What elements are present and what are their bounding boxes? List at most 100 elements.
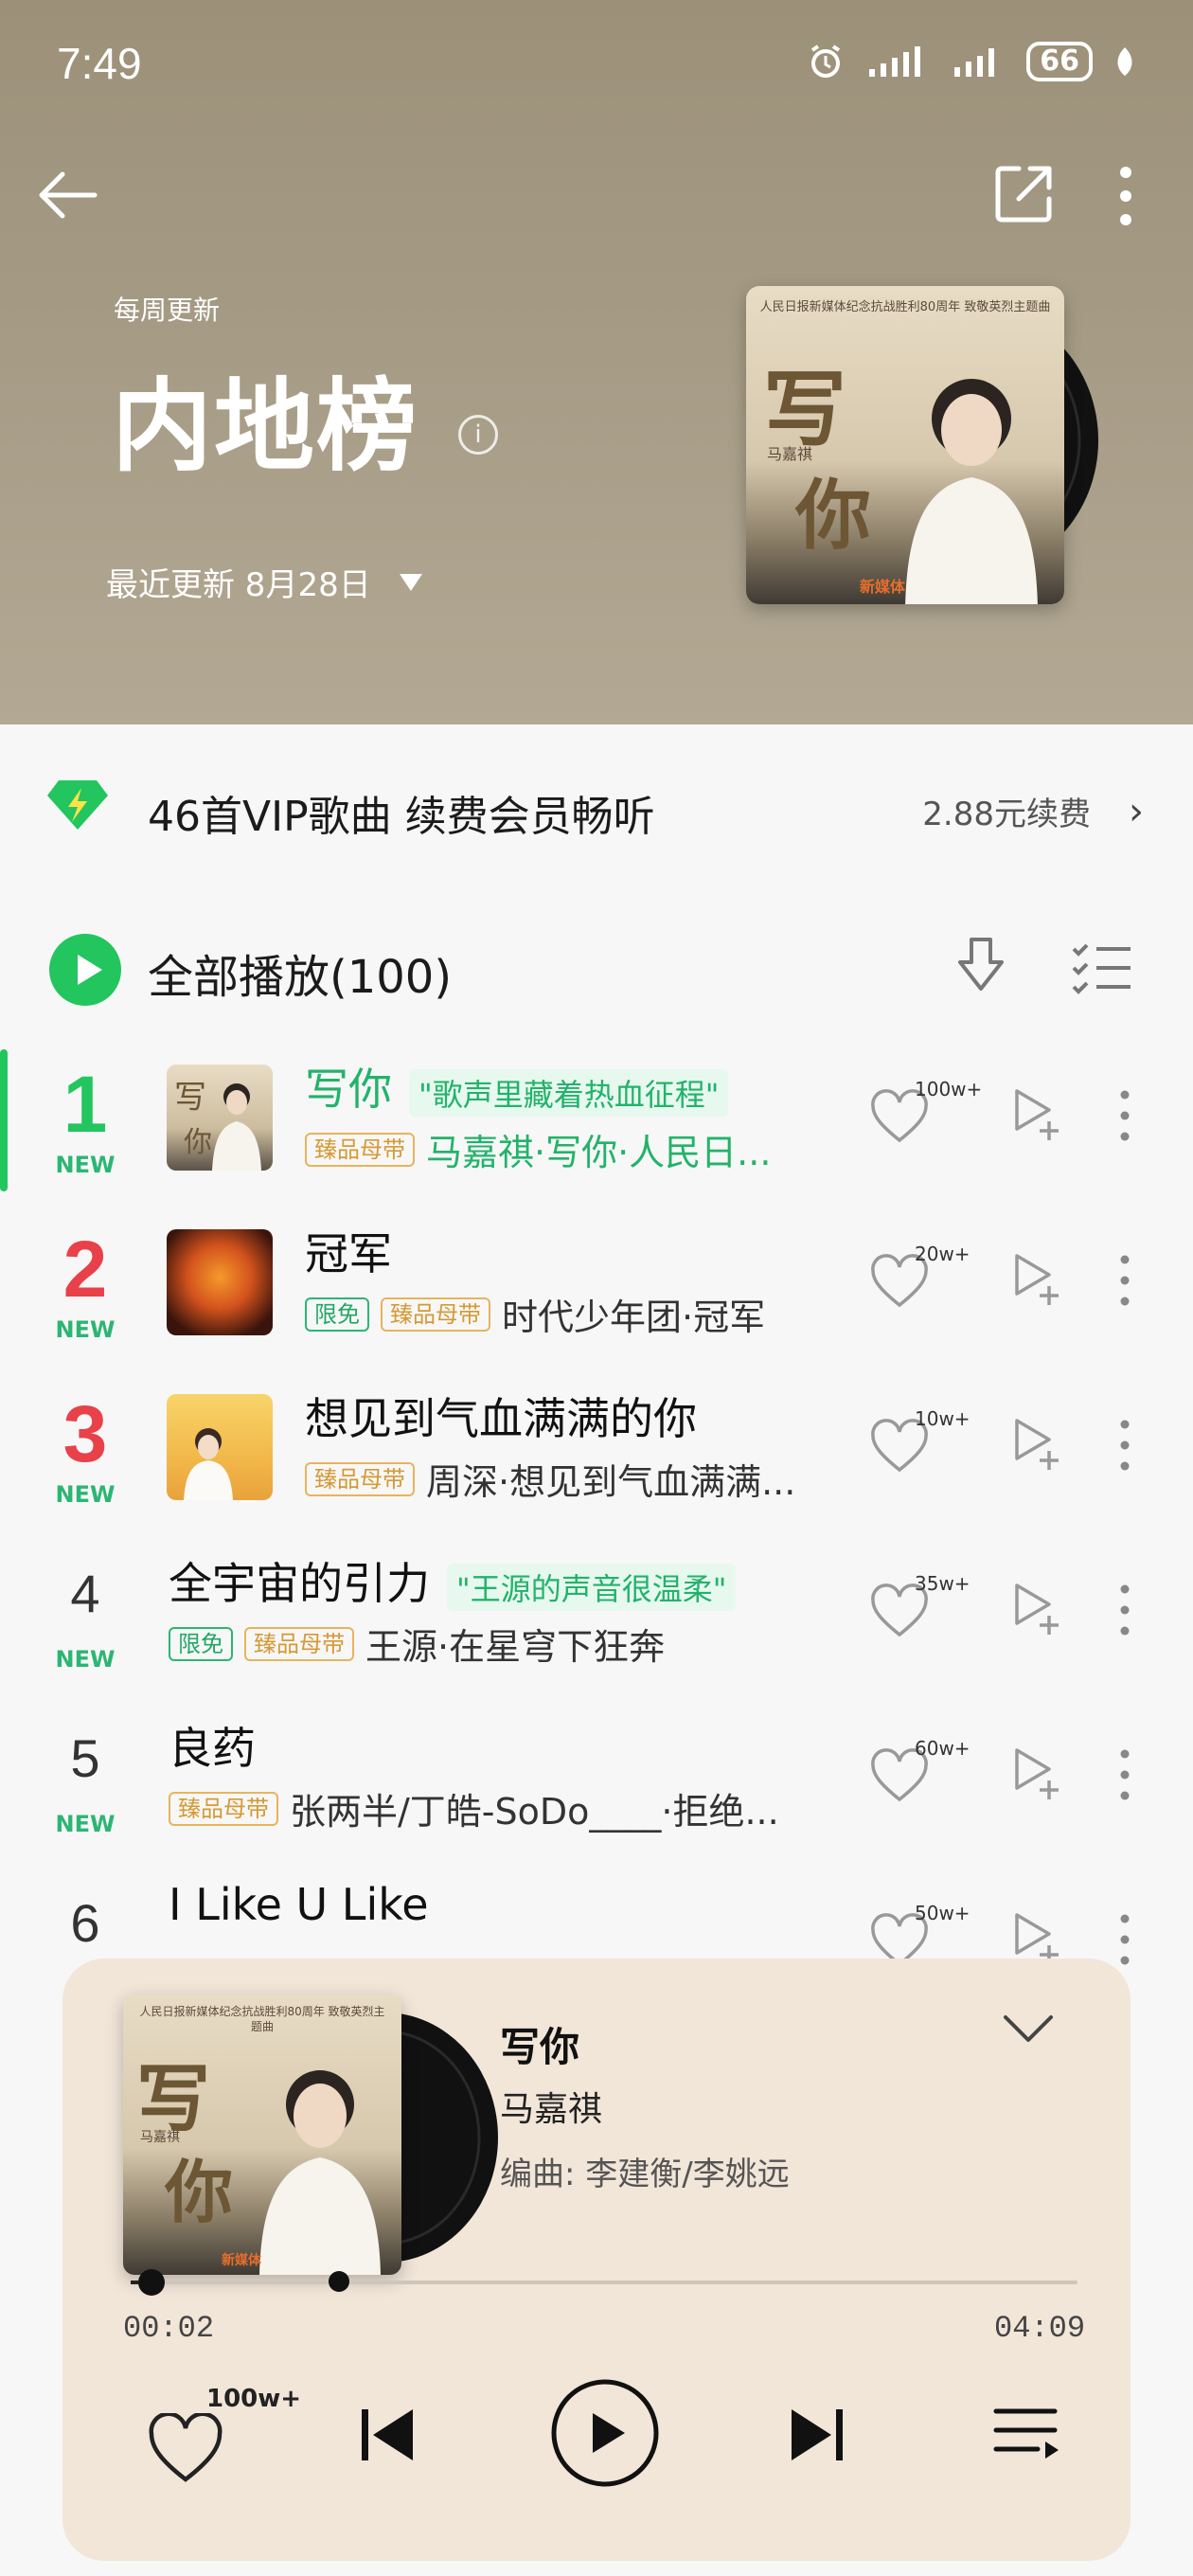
- playlist-queue-icon[interactable]: [990, 2402, 1062, 2464]
- page-title: 内地榜: [112, 368, 418, 485]
- chevron-right-icon: ›: [1129, 790, 1144, 833]
- more-options-icon[interactable]: [1117, 1252, 1132, 1309]
- dropdown-triangle-icon: [399, 573, 422, 591]
- master-quality-badge: 臻品母带: [244, 1626, 354, 1661]
- song-rank: 2: [62, 1225, 108, 1314]
- signal-icon: [869, 46, 921, 77]
- cover-top-text: 人民日报新媒体纪念抗战胜利80周年 致敬英烈主题曲: [139, 2005, 385, 2033]
- cover-portrait: [259, 2070, 381, 2275]
- more-options-icon[interactable]: [1117, 1911, 1132, 1968]
- like-count: 50w+: [915, 1902, 970, 1924]
- now-playing-panel[interactable]: 人民日报新媒体纪念抗战胜利80周年 致敬英烈主题曲 写 马嘉祺 你 新媒体 写你…: [62, 1959, 1131, 2561]
- song-artist-album: 张两半/丁皓-SoDo____·拒绝...: [290, 1791, 779, 1833]
- more-vertical-icon[interactable]: [1102, 163, 1149, 229]
- info-icon[interactable]: i: [458, 415, 498, 455]
- now-playing-artist[interactable]: 马嘉祺: [500, 2082, 602, 2131]
- svg-text:写: 写: [174, 1079, 206, 1117]
- update-date-selector[interactable]: 最近更新 8月28日: [106, 559, 422, 605]
- master-quality-badge: 臻品母带: [381, 1297, 490, 1332]
- song-meta: 限免 臻品母带 时代少年团·冠军: [305, 1288, 765, 1340]
- free-limited-badge: 限免: [305, 1297, 369, 1332]
- add-to-playlist-icon[interactable]: [1011, 1417, 1064, 1474]
- song-row-3[interactable]: 3 NEW 想见到气血满满的你 臻品母带 周深·想见到气血满满... 10w+: [0, 1379, 1193, 1540]
- song-artist-album: 时代少年团·冠军: [502, 1297, 766, 1338]
- new-badge: NEW: [55, 1811, 116, 1837]
- progress-knob[interactable]: [138, 2269, 165, 2296]
- song-title: 想见到气血满满的你: [305, 1393, 697, 1444]
- weekly-update-label: 每周更新: [114, 295, 221, 326]
- song-artist-album: 马嘉祺·写你·人民日...: [426, 1132, 772, 1173]
- like-count: 10w+: [915, 1407, 970, 1430]
- song-meta: 臻品母带 马嘉祺·写你·人民日...: [305, 1123, 771, 1175]
- more-options-icon[interactable]: [1117, 1746, 1132, 1803]
- like-count: 60w+: [915, 1737, 970, 1760]
- player-like-count: 100w+: [206, 2385, 302, 2413]
- previous-track-icon[interactable]: [356, 2404, 418, 2466]
- add-to-playlist-icon[interactable]: [1011, 1582, 1064, 1638]
- new-badge: NEW: [55, 1316, 116, 1343]
- now-playing-credit: 编曲: 李建衡/李姚远: [500, 2156, 790, 2193]
- more-options-icon[interactable]: [1117, 1087, 1132, 1144]
- song-title: 冠军: [305, 1228, 392, 1279]
- leaf-icon: [1117, 47, 1132, 76]
- chevron-down-icon[interactable]: [1000, 2010, 1057, 2048]
- song-thumbnail: 写你: [167, 1064, 273, 1171]
- vip-banner-text: 46首VIP歌曲 续费会员畅听: [148, 793, 655, 841]
- add-to-playlist-icon[interactable]: [1011, 1252, 1064, 1309]
- like-count: 35w+: [915, 1572, 970, 1595]
- song-row-1[interactable]: 1 NEW 写你 写你 "歌声里藏着热血征程" 臻品母带 马嘉祺·写你·人民日...…: [0, 1049, 1193, 1210]
- more-options-icon[interactable]: [1117, 1582, 1132, 1638]
- back-arrow-icon[interactable]: [34, 161, 102, 229]
- download-icon[interactable]: [953, 934, 1009, 1000]
- add-to-playlist-icon[interactable]: [1011, 1087, 1064, 1144]
- play-all-button[interactable]: [49, 934, 121, 1006]
- song-tagline: "歌声里藏着热血征程": [409, 1068, 729, 1117]
- status-time: 7:49: [57, 39, 142, 88]
- song-tagline: "王源的声音很温柔": [447, 1563, 737, 1611]
- share-icon[interactable]: [990, 161, 1057, 227]
- multi-select-icon[interactable]: [1070, 941, 1132, 994]
- progress-marker: [329, 2271, 349, 2292]
- cover-brand: 新媒体: [860, 578, 906, 596]
- song-title: I Like U Like: [169, 1879, 429, 1930]
- add-to-playlist-icon[interactable]: [1011, 1746, 1064, 1803]
- song-artist-album: 王源·在星穹下狂奔: [365, 1626, 666, 1668]
- master-quality-badge: 臻品母带: [305, 1461, 415, 1496]
- song-thumbnail: [167, 1394, 273, 1500]
- cover-title-char-2: 你: [795, 471, 871, 560]
- chart-header: 7:49 66 每周更新 内地榜 i 最近更新 8月28日 人民日报新媒体纪念抗…: [0, 0, 1193, 724]
- next-track-icon[interactable]: [786, 2404, 848, 2466]
- chart-cover-art[interactable]: 人民日报新媒体纪念抗战胜利80周年 致敬英烈主题曲 写 马嘉祺 你 新媒体: [746, 286, 1064, 604]
- song-rank: 1: [62, 1060, 108, 1149]
- cover-portrait: [905, 379, 1038, 604]
- progress-bar[interactable]: [131, 2269, 1077, 2296]
- like-count: 100w+: [915, 1078, 983, 1100]
- svg-text:你: 你: [184, 1126, 212, 1159]
- more-options-icon[interactable]: [1117, 1417, 1132, 1474]
- song-rank: 6: [70, 1893, 100, 1953]
- cover-brand: 新媒体: [222, 2253, 261, 2268]
- alarm-icon: [811, 45, 841, 78]
- song-meta: 臻品母带 周深·想见到气血满满...: [305, 1453, 795, 1505]
- player-cover-art[interactable]: 人民日报新媒体纪念抗战胜利80周年 致敬英烈主题曲 写 马嘉祺 你 新媒体: [123, 1995, 401, 2275]
- master-quality-badge: 臻品母带: [305, 1132, 415, 1167]
- master-quality-badge: 臻品母带: [169, 1791, 278, 1826]
- cover-top-text: 人民日报新媒体纪念抗战胜利80周年 致敬英烈主题曲: [759, 300, 1051, 314]
- play-all-label[interactable]: 全部播放(100): [148, 939, 452, 1006]
- update-date-label: 最近更新 8月28日: [106, 566, 371, 604]
- like-heart-icon[interactable]: [148, 2413, 223, 2485]
- song-row-4[interactable]: 4 NEW 全宇宙的引力 "王源的声音很温柔" 限免 臻品母带 王源·在星穹下狂奔 3…: [0, 1544, 1193, 1705]
- now-playing-indicator: [0, 1049, 8, 1191]
- new-badge: NEW: [55, 1481, 116, 1508]
- song-meta: 臻品母带 张两半/丁皓-SoDo____·拒绝...: [169, 1782, 779, 1834]
- thumb-portrait: 写你: [174, 1079, 261, 1171]
- battery-level: 66: [1026, 42, 1093, 81]
- status-icons: 66: [807, 42, 1136, 81]
- new-badge: NEW: [55, 1646, 116, 1673]
- progress-fill: [131, 2281, 138, 2284]
- now-playing-title: 写你: [500, 2024, 580, 2070]
- song-row-2[interactable]: 2 NEW 冠军 限免 臻品母带 时代少年团·冠军 20w+: [0, 1214, 1193, 1375]
- song-row-5[interactable]: 5 NEW 良药 臻品母带 张两半/丁皓-SoDo____·拒绝... 60w+: [0, 1708, 1193, 1869]
- vip-renew-banner[interactable]: 46首VIP歌曲 续费会员畅听 2.88元续费 ›: [45, 777, 1148, 841]
- play-button-icon[interactable]: [549, 2377, 661, 2489]
